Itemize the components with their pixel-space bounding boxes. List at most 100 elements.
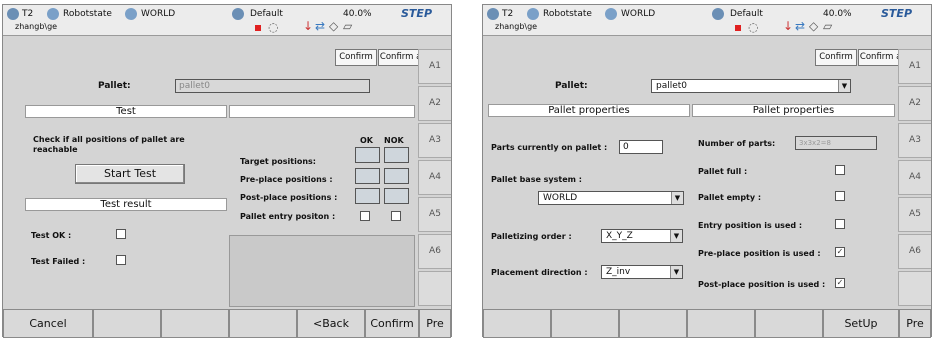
postplace-ok-box: [355, 188, 380, 204]
side-tab-empty[interactable]: [898, 271, 931, 306]
postplace-used-checkbox[interactable]: ✓: [835, 278, 845, 288]
robotstate-label[interactable]: Robotstate: [63, 9, 112, 19]
postplace-nok-box: [384, 188, 409, 204]
side-tab-a5[interactable]: A5: [418, 197, 451, 232]
chevron-down-icon: ▼: [670, 230, 682, 242]
side-tab-a6[interactable]: A6: [898, 234, 931, 269]
status-header: T2 Robotstate WORLD Default 40.0% STEP z…: [3, 5, 451, 36]
setup-button[interactable]: SetUp: [823, 309, 899, 338]
number-of-parts-label: Number of parts:: [698, 139, 776, 148]
pallet-full-checkbox[interactable]: [835, 165, 845, 175]
test-header: Test: [25, 105, 227, 118]
placement-direction-value: Z_inv: [606, 267, 631, 277]
side-tab-a1[interactable]: A1: [418, 49, 451, 84]
parts-on-pallet-label: Parts currently on pallet :: [491, 143, 608, 152]
tool-label[interactable]: Default: [730, 9, 763, 19]
side-tab-a3[interactable]: A3: [418, 123, 451, 158]
palletizing-order-select[interactable]: X_Y_Z ▼: [601, 229, 683, 243]
parts-on-pallet-input[interactable]: 0: [619, 140, 663, 154]
pallet-properties-panel: T2 Robotstate WORLD Default 40.0% STEP z…: [482, 4, 932, 338]
speed-label[interactable]: 40.0%: [343, 9, 372, 19]
side-tab-empty[interactable]: [418, 271, 451, 306]
side-tab-a4[interactable]: A4: [418, 160, 451, 195]
back-button[interactable]: <Back: [297, 309, 365, 338]
softkey-4[interactable]: [229, 309, 297, 338]
test-result-header: Test result: [25, 198, 227, 211]
positions-header: [229, 105, 415, 118]
side-tab-a2[interactable]: A2: [898, 86, 931, 121]
confirm-button[interactable]: Confirm: [815, 49, 857, 66]
preplace-nok-box: [384, 168, 409, 184]
side-tab-a1[interactable]: A1: [898, 49, 931, 84]
mode-icon: [7, 8, 19, 20]
palletizing-order-value: X_Y_Z: [606, 231, 633, 241]
entry-position-label: Pallet entry positon :: [240, 212, 336, 221]
base-system-select[interactable]: WORLD ▼: [538, 191, 684, 205]
postplace-used-label: Post-place position is used :: [698, 280, 826, 289]
softkey-3[interactable]: [619, 309, 687, 338]
pallet-empty-label: Pallet empty :: [698, 193, 762, 202]
preplace-used-checkbox[interactable]: ✓: [835, 247, 845, 257]
number-of-parts-field: 3x3x2=8: [795, 136, 877, 150]
pre-button[interactable]: Pre: [899, 309, 931, 338]
test-ok-checkbox[interactable]: [116, 229, 126, 239]
pre-button[interactable]: Pre: [419, 309, 451, 338]
box-icon: ▱: [823, 19, 833, 33]
softkey-3[interactable]: [161, 309, 229, 338]
status-header: T2 Robotstate WORLD Default 40.0% STEP z…: [483, 5, 931, 36]
palletizing-order-label: Palletizing order :: [491, 232, 572, 241]
side-tab-a6[interactable]: A6: [418, 234, 451, 269]
softkey-1[interactable]: [483, 309, 551, 338]
chevron-down-icon: ▼: [838, 80, 850, 92]
side-tab-a3[interactable]: A3: [898, 123, 931, 158]
robot-icon: [527, 8, 539, 20]
coord-label[interactable]: WORLD: [621, 9, 655, 19]
status-circle-icon: ◌: [268, 20, 279, 34]
preplace-positions-label: Pre-place positions :: [240, 175, 333, 184]
target-nok-box: [384, 147, 409, 163]
ok-column-label: OK: [360, 136, 373, 145]
side-tab-a2[interactable]: A2: [418, 86, 451, 121]
tool-label[interactable]: Default: [250, 9, 283, 19]
world-icon: [125, 8, 137, 20]
side-tab-a4[interactable]: A4: [898, 160, 931, 195]
confirm-bottom-button[interactable]: Confirm: [365, 309, 419, 338]
pallet-field[interactable]: pallet0: [175, 79, 370, 93]
placement-direction-select[interactable]: Z_inv ▼: [601, 265, 683, 279]
preplace-ok-box: [355, 168, 380, 184]
chevron-down-icon: ▼: [671, 192, 683, 204]
softkey-2[interactable]: [551, 309, 619, 338]
red-indicator-icon: [735, 25, 741, 31]
target-positions-label: Target positions:: [240, 157, 316, 166]
start-test-button[interactable]: Start Test: [75, 164, 185, 184]
target-ok-box: [355, 147, 380, 163]
preplace-used-label: Pre-place position is used :: [698, 249, 821, 258]
robotstate-label[interactable]: Robotstate: [543, 9, 592, 19]
entry-nok-checkbox[interactable]: [391, 211, 401, 221]
confirm-button[interactable]: Confirm: [335, 49, 377, 66]
arrow-down-icon: ↓: [783, 19, 794, 33]
softkey-4[interactable]: [687, 309, 755, 338]
pallet-properties-right-header: Pallet properties: [692, 104, 895, 117]
mode-label[interactable]: T2: [22, 9, 33, 19]
shape-icon: ◇: [329, 19, 339, 33]
pallet-empty-checkbox[interactable]: [835, 191, 845, 201]
test-failed-checkbox[interactable]: [116, 255, 126, 265]
softkey-2[interactable]: [93, 309, 161, 338]
red-indicator-icon: [255, 25, 261, 31]
softkey-5[interactable]: [755, 309, 823, 338]
robot-icon: [47, 8, 59, 20]
pallet-test-panel: T2 Robotstate WORLD Default 40.0% STEP z…: [2, 4, 452, 338]
entry-used-checkbox[interactable]: [835, 219, 845, 229]
message-area: [229, 235, 415, 307]
cancel-button[interactable]: Cancel: [3, 309, 93, 338]
speed-label[interactable]: 40.0%: [823, 9, 852, 19]
coord-label[interactable]: WORLD: [141, 9, 175, 19]
mode-label[interactable]: T2: [502, 9, 513, 19]
side-tab-a5[interactable]: A5: [898, 197, 931, 232]
pallet-select[interactable]: pallet0 ▼: [651, 79, 851, 93]
check-text: Check if all positions of pallet are rea…: [33, 135, 185, 154]
jog-icon: ⇄: [315, 19, 326, 33]
pallet-label: Pallet:: [98, 81, 131, 91]
entry-ok-checkbox[interactable]: [360, 211, 370, 221]
